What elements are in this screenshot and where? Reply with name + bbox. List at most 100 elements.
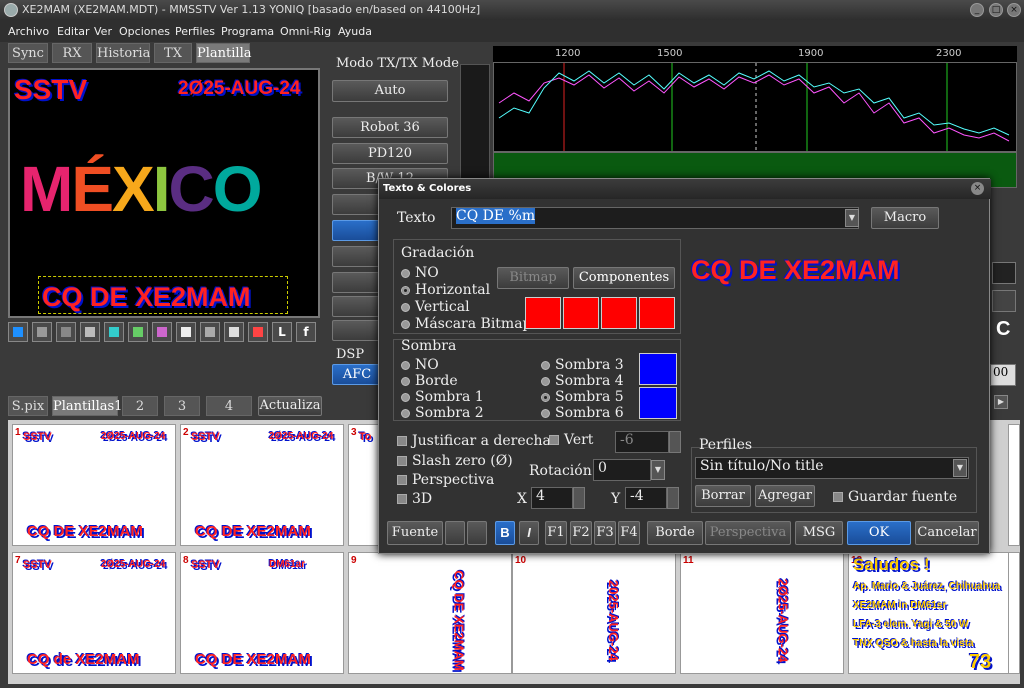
- tab-plantillas1[interactable]: Plantillas1: [52, 396, 122, 416]
- image-icon[interactable]: [128, 322, 148, 342]
- agregar-button[interactable]: Agregar: [755, 485, 815, 507]
- sombra-option[interactable]: Sombra 3: [541, 357, 624, 373]
- perspectiva-box[interactable]: [397, 475, 407, 485]
- template-thumbnail[interactable]: 9 CQ DE XE2MAM: [348, 552, 512, 674]
- radio-button[interactable]: [541, 392, 550, 402]
- funnel-icon[interactable]: [200, 322, 220, 342]
- sombra-option[interactable]: Borde: [401, 373, 458, 389]
- x-input[interactable]: 4: [531, 487, 573, 509]
- tab-plantilla[interactable]: Plantilla: [196, 43, 251, 63]
- sombra-option[interactable]: Sombra 2: [401, 405, 484, 421]
- toolbar-l-button[interactable]: L: [272, 322, 292, 342]
- three-d-checkbox[interactable]: 3D: [397, 491, 432, 507]
- spectrum-display[interactable]: [493, 62, 1017, 152]
- ok-button[interactable]: OK: [847, 521, 911, 545]
- template-thumbnail[interactable]: 8 SSTV DM61ar CQ DE XE2MAM: [180, 552, 344, 674]
- texto-input[interactable]: CQ DE %m: [451, 207, 859, 229]
- radio-button[interactable]: [541, 408, 550, 418]
- tab-plantillas4[interactable]: 4: [206, 396, 252, 416]
- vert-box[interactable]: [549, 435, 559, 445]
- afc-button[interactable]: AFC: [332, 364, 382, 385]
- template-thumbnail[interactable]: 11 2Ø25-AUG-24: [680, 552, 844, 674]
- perfiles-dropdown-icon[interactable]: ▼: [953, 459, 967, 477]
- gradacion-option[interactable]: Horizontal: [401, 282, 490, 298]
- f2-button[interactable]: F2: [570, 521, 592, 545]
- gradacion-color-swatch[interactable]: [563, 297, 599, 329]
- macro-button[interactable]: Macro: [871, 207, 939, 229]
- msg-button[interactable]: MSG: [795, 521, 843, 545]
- menu-omni-rig[interactable]: Omni-Rig: [280, 25, 331, 38]
- justificar-box[interactable]: [397, 436, 407, 446]
- color-bar-icon[interactable]: [152, 322, 172, 342]
- slash-zero-checkbox[interactable]: Slash zero (Ø): [397, 453, 513, 469]
- gradacion-option[interactable]: Máscara Bitmap: [401, 316, 532, 332]
- sombra-color-swatch-1[interactable]: [639, 353, 677, 385]
- guardar-fuente-checkbox[interactable]: Guardar fuente: [833, 489, 957, 505]
- y-input[interactable]: -4: [625, 487, 667, 509]
- slash-zero-box[interactable]: [397, 456, 407, 466]
- gradacion-color-swatch[interactable]: [601, 297, 637, 329]
- perfiles-select[interactable]: Sin título/No title: [695, 457, 969, 479]
- radio-button[interactable]: [401, 360, 410, 370]
- guardar-fuente-box[interactable]: [833, 492, 843, 502]
- template-thumbnail[interactable]: 10 2025-AUG-24: [512, 552, 676, 674]
- minimize-button[interactable]: _: [970, 3, 984, 17]
- template-thumbnail-partial[interactable]: [1008, 424, 1020, 546]
- vert-input[interactable]: -6: [615, 431, 669, 453]
- tab-tx[interactable]: TX: [154, 43, 192, 63]
- perspectiva-checkbox[interactable]: Perspectiva: [397, 472, 494, 488]
- three-d-box[interactable]: [397, 494, 407, 504]
- scroll-right-arrow-icon[interactable]: ▶: [994, 395, 1008, 409]
- f3-button[interactable]: F3: [594, 521, 616, 545]
- font-size-up-button[interactable]: [467, 521, 487, 545]
- menu-opciones[interactable]: Opciones: [119, 25, 170, 38]
- sombra-option[interactable]: NO: [401, 357, 439, 373]
- perspectiva-button[interactable]: Perspectiva: [705, 521, 791, 545]
- pen-icon[interactable]: [32, 322, 52, 342]
- sombra-option[interactable]: Sombra 4: [541, 373, 624, 389]
- template-thumbnail[interactable]: 7 SSTV 2Ø25-AUG-24 CQ de XE2MAM: [12, 552, 176, 674]
- tab-rx[interactable]: RX: [52, 43, 92, 63]
- toolbar-f-button[interactable]: f: [296, 322, 316, 342]
- radio-button[interactable]: [401, 408, 410, 418]
- gradacion-color-swatch[interactable]: [639, 297, 675, 329]
- borrar-button[interactable]: Borrar: [695, 485, 751, 507]
- radio-button[interactable]: [401, 302, 410, 312]
- gradacion-color-swatch[interactable]: [525, 297, 561, 329]
- radio-button[interactable]: [401, 268, 410, 278]
- tab-spix[interactable]: S.pix: [8, 396, 48, 416]
- menu-ver[interactable]: Ver: [94, 25, 112, 38]
- radio-button[interactable]: [401, 319, 410, 329]
- mode-button[interactable]: PD120: [332, 143, 448, 164]
- menu-perfiles[interactable]: Perfiles: [175, 25, 215, 38]
- menu-archivo[interactable]: Archivo: [8, 25, 49, 38]
- componentes-button[interactable]: Componentes: [573, 267, 675, 289]
- y-spinner[interactable]: [667, 487, 679, 509]
- palette-icon[interactable]: [248, 322, 268, 342]
- sombra-color-swatch-2[interactable]: [639, 387, 677, 419]
- text-tool-icon[interactable]: [104, 322, 124, 342]
- menu-programa[interactable]: Programa: [221, 25, 274, 38]
- gradacion-option[interactable]: NO: [401, 265, 439, 281]
- right-dropdown[interactable]: [992, 262, 1016, 284]
- radio-button[interactable]: [541, 360, 550, 370]
- borde-button[interactable]: Borde: [647, 521, 703, 545]
- right-square-button[interactable]: [992, 290, 1016, 312]
- right-value-field[interactable]: 00: [990, 364, 1016, 386]
- paste-icon[interactable]: [224, 322, 244, 342]
- template-thumbnail[interactable]: 2 SSTV 2Ø25-AUG-24 CQ DE XE2MAM: [180, 424, 344, 546]
- radio-button[interactable]: [401, 376, 410, 386]
- tab-sync[interactable]: Sync: [8, 43, 48, 63]
- tab-historia[interactable]: Historia: [96, 43, 150, 63]
- cancelar-button[interactable]: Cancelar: [915, 521, 979, 545]
- rotacion-input[interactable]: 0: [593, 459, 651, 481]
- bold-button[interactable]: B: [495, 521, 515, 545]
- fill-rect-icon[interactable]: [80, 322, 100, 342]
- sombra-option[interactable]: Sombra 1: [401, 389, 484, 405]
- tx-image-canvas[interactable]: SSTV 2Ø25-AUG-24 MÉXICO CQ DE XE2MAM: [8, 68, 320, 318]
- radio-button[interactable]: [541, 376, 550, 386]
- mode-button[interactable]: Robot 36: [332, 117, 448, 138]
- template-thumbnail[interactable]: 1 SSTV 2Ø25-AUG-24 CQ DE XE2MAM: [12, 424, 176, 546]
- sombra-option[interactable]: Sombra 6: [541, 405, 624, 421]
- italic-button[interactable]: I: [519, 521, 539, 545]
